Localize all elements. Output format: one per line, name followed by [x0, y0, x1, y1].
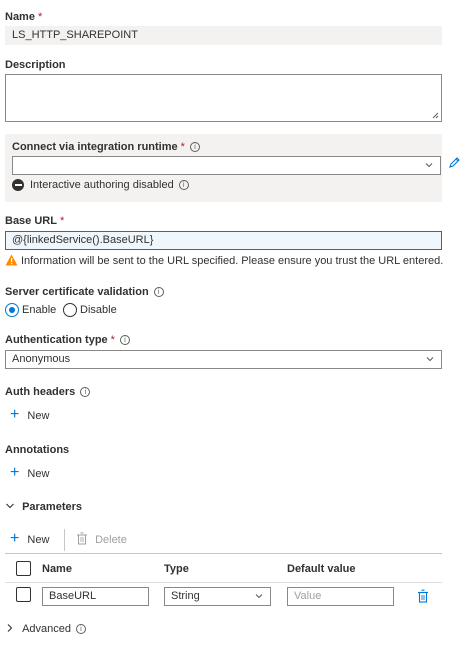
parameters-delete-button[interactable]: Delete [76, 532, 127, 546]
description-label: Description [5, 59, 66, 71]
advanced-toggle[interactable]: Advanced i [5, 623, 86, 635]
base-url-warning: Information will be sent to the URL spec… [21, 255, 444, 267]
auth-headers-new-button[interactable]: + New [10, 406, 50, 424]
info-icon[interactable]: i [189, 142, 200, 152]
select-all-checkbox[interactable] [16, 561, 31, 576]
toolbar-divider [64, 529, 65, 551]
parameters-new-label: New [27, 534, 50, 546]
radio-disable[interactable] [63, 303, 77, 317]
radio-enable-label[interactable]: Enable [22, 304, 56, 316]
param-default-placeholder: Value [294, 590, 322, 602]
info-icon[interactable]: i [153, 287, 164, 297]
resize-handle-icon[interactable] [432, 112, 439, 119]
param-name-input[interactable]: BaseURL [42, 587, 149, 606]
plus-icon: + [10, 530, 20, 547]
annotations-label: Annotations [5, 444, 70, 456]
table-top-border [5, 553, 442, 554]
parameters-toggle[interactable]: Parameters [5, 501, 82, 513]
runtime-dropdown[interactable] [12, 156, 441, 175]
param-default-input[interactable]: Value [287, 587, 394, 606]
runtime-label: Connect via integration runtime * i [12, 141, 200, 153]
server-cert-label: Server certificate validation i [5, 286, 164, 298]
info-icon[interactable]: i [80, 387, 91, 397]
info-icon[interactable]: i [76, 624, 86, 634]
required-marker: * [37, 11, 43, 23]
runtime-status: Interactive authoring disabled i [30, 179, 189, 191]
parameters-new-button[interactable]: + New [10, 530, 50, 548]
table-row: BaseURL String Value [5, 583, 442, 610]
chevron-down-icon [425, 163, 433, 168]
column-header-type: Type [164, 563, 189, 575]
base-url-label-text: Base URL [5, 215, 57, 227]
plus-icon: + [10, 406, 20, 423]
param-type-value: String [171, 590, 200, 602]
annotations-new-button[interactable]: + New [10, 464, 50, 482]
auth-type-label: Authentication type * i [5, 334, 130, 346]
name-label: Name * [5, 11, 42, 23]
param-type-dropdown[interactable]: String [164, 587, 271, 606]
auth-type-dropdown[interactable]: Anonymous [5, 350, 442, 369]
name-label-text: Name [5, 11, 35, 23]
chevron-down-icon [6, 503, 14, 509]
trash-icon [77, 532, 87, 545]
radio-disable-label[interactable]: Disable [80, 304, 117, 316]
auth-type-value: Anonymous [12, 353, 71, 365]
column-header-default-value: Default value [287, 563, 356, 575]
description-textarea[interactable] [5, 74, 442, 122]
parameters-label: Parameters [22, 501, 82, 513]
warning-icon [5, 254, 18, 266]
row-checkbox[interactable] [16, 587, 31, 602]
column-header-name: Name [42, 563, 72, 575]
required-marker: * [59, 215, 65, 227]
annotations-new-label: New [27, 468, 50, 480]
auth-headers-label-text: Auth headers [5, 386, 76, 398]
server-cert-label-text: Server certificate validation [5, 286, 149, 298]
chevron-down-icon [426, 357, 434, 362]
auth-type-label-text: Authentication type [5, 334, 108, 346]
radio-enable[interactable] [5, 303, 19, 317]
trash-icon[interactable] [417, 589, 429, 603]
advanced-label: Advanced [22, 623, 71, 635]
info-icon[interactable]: i [178, 180, 189, 190]
required-marker: * [180, 141, 185, 153]
parameters-delete-label: Delete [95, 534, 127, 546]
base-url-value: @{linkedService().BaseURL} [12, 234, 154, 246]
runtime-status-text: Interactive authoring disabled [30, 179, 174, 191]
base-url-label: Base URL * [5, 215, 64, 227]
auth-headers-label: Auth headers i [5, 386, 91, 398]
param-name-value: BaseURL [49, 590, 97, 602]
required-marker: * [110, 334, 115, 346]
name-field: LS_HTTP_SHAREPOINT [5, 26, 442, 45]
plus-icon: + [10, 464, 20, 481]
base-url-input[interactable]: @{linkedService().BaseURL} [5, 231, 442, 250]
chevron-right-icon [7, 624, 13, 632]
blocked-icon [12, 179, 24, 191]
name-value: LS_HTTP_SHAREPOINT [12, 29, 138, 41]
info-icon[interactable]: i [119, 335, 130, 345]
pencil-edit-icon[interactable] [447, 156, 461, 170]
auth-headers-new-label: New [27, 410, 50, 422]
chevron-down-icon [255, 594, 263, 599]
runtime-label-text: Connect via integration runtime [12, 141, 178, 153]
